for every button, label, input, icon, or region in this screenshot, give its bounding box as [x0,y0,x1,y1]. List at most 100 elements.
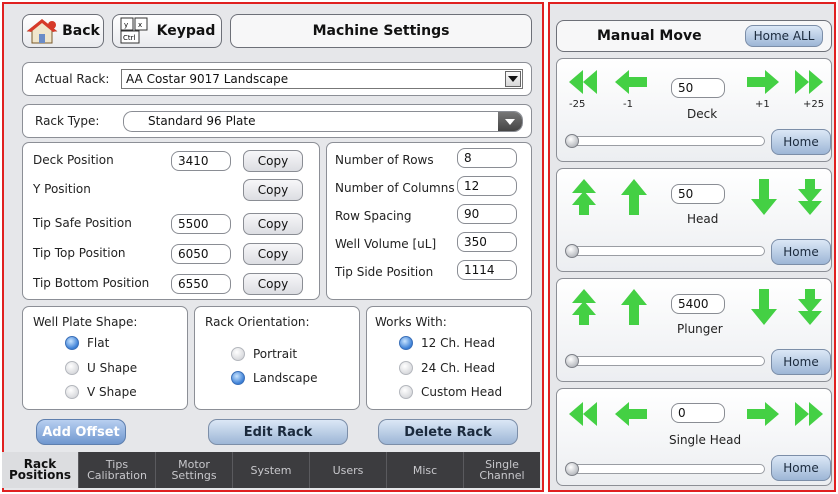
single-head-home-button[interactable]: Home [771,455,831,481]
double-right-arrow-icon[interactable] [791,69,823,95]
tip-top-position-field[interactable]: 6050 [171,244,231,264]
plate-label: Tip Side Position [335,265,434,279]
tab-system[interactable]: System [233,452,310,488]
row-spacing-field[interactable]: 90 [457,204,517,224]
radio-icon [65,385,79,399]
right-arrow-icon[interactable] [745,69,779,95]
keypad-label: Keypad [156,23,216,39]
copy-button[interactable]: Copy [243,213,303,235]
keypad-button[interactable]: y x Ctrl Keypad [112,14,222,48]
copy-button[interactable]: Copy [243,179,303,201]
well-volume-field[interactable]: 350 [457,232,517,252]
deck-slider-handle[interactable] [565,134,579,148]
copy-button[interactable]: Copy [243,273,303,295]
rack-type-label: Rack Type: [35,114,100,128]
single-head-position-input[interactable]: 0 [671,403,725,423]
radio-label: 24 Ch. Head [421,361,496,375]
actual-rack-select[interactable]: AA Costar 9017 Landscape [121,69,523,89]
back-button[interactable]: Back [22,14,104,48]
copy-button[interactable]: Copy [243,150,303,172]
rack-orientation-group: Rack Orientation: Portrait Landscape [194,306,360,410]
left-arrow-icon[interactable] [615,69,649,95]
plunger-slider-handle[interactable] [565,354,579,368]
group-title: Rack Orientation: [205,315,310,329]
up-arrow-icon[interactable] [621,179,647,215]
axis-name: Single Head [669,433,742,447]
chevron-down-icon[interactable] [498,112,522,131]
add-offset-button[interactable]: Add Offset [36,419,126,445]
plunger-position-input[interactable]: 5400 [671,294,725,314]
tab-single-channel[interactable]: Single Channel [464,452,540,488]
svg-text:Ctrl: Ctrl [123,34,136,42]
radio-label: Custom Head [421,385,503,399]
radio-label: Flat [87,336,110,350]
up-arrow-icon[interactable] [621,289,647,325]
head-move-group: 50 Head Home [556,168,832,272]
double-right-arrow-icon[interactable] [791,401,823,427]
double-up-arrow-icon[interactable] [571,289,597,325]
rack-type-row: Rack Type: Standard 96 Plate [22,104,532,138]
double-left-arrow-icon[interactable] [569,69,601,95]
rack-type-select[interactable]: Standard 96 Plate [123,111,523,132]
radio-selected-icon [399,336,413,350]
chevron-down-icon[interactable] [505,71,521,87]
edit-rack-button[interactable]: Edit Rack [208,419,348,445]
deck-position-field[interactable]: 3410 [171,151,231,171]
positions-group: Deck Position 3410 Copy Y Position Copy … [22,142,320,300]
plunger-home-button[interactable]: Home [771,349,831,375]
single-head-slider[interactable] [569,464,765,474]
tab-rack-positions[interactable]: Rack Positions [2,452,79,488]
plunger-move-group: 5400 Plunger Home [556,278,832,382]
shape-v-radio[interactable]: V Shape [65,385,137,399]
down-arrow-icon[interactable] [751,179,777,215]
tab-tips-calibration[interactable]: Tips Calibration [79,452,156,488]
double-up-arrow-icon[interactable] [571,179,597,215]
tab-users[interactable]: Users [310,452,387,488]
orientation-portrait-radio[interactable]: Portrait [231,347,297,361]
double-left-arrow-icon[interactable] [569,401,601,427]
tip-safe-position-field[interactable]: 5500 [171,214,231,234]
right-arrow-icon[interactable] [745,401,779,427]
left-arrow-icon[interactable] [615,401,649,427]
home-all-button[interactable]: Home ALL [745,25,823,47]
rows-field[interactable]: 8 [457,148,517,168]
works-12ch-radio[interactable]: 12 Ch. Head [399,336,495,350]
orientation-landscape-radio[interactable]: Landscape [231,371,317,385]
head-slider[interactable] [569,246,765,256]
tip-bottom-position-field[interactable]: 6550 [171,274,231,294]
position-label: Tip Safe Position [33,216,132,230]
double-down-arrow-icon[interactable] [797,289,823,325]
deck-move-group: 50 -25 -1 Deck +1 +25 Home [556,58,832,162]
bottom-tab-bar: Rack Positions Tips Calibration Motor Setti… [2,452,540,488]
step-label: -1 [623,99,633,110]
double-down-arrow-icon[interactable] [797,179,823,215]
radio-label: 12 Ch. Head [421,336,496,350]
works-custom-radio[interactable]: Custom Head [399,385,502,399]
step-label: -25 [569,99,586,110]
deck-slider[interactable] [569,136,765,146]
tab-motor-settings[interactable]: Motor Settings [156,452,233,488]
manual-move-title: Manual Move [597,28,702,44]
deck-position-input[interactable]: 50 [671,78,725,98]
plate-geometry-group: Number of Rows 8 Number of Columns 12 Ro… [326,142,532,300]
shape-u-radio[interactable]: U Shape [65,361,137,375]
tab-misc[interactable]: Misc [387,452,464,488]
works-with-group: Works With: 12 Ch. Head 24 Ch. Head Cust… [366,306,532,410]
columns-field[interactable]: 12 [457,176,517,196]
radio-label: Landscape [253,371,318,385]
radio-selected-icon [231,371,245,385]
copy-button[interactable]: Copy [243,243,303,265]
head-position-input[interactable]: 50 [671,184,725,204]
radio-label: Portrait [253,347,298,361]
plunger-slider[interactable] [569,356,765,366]
shape-flat-radio[interactable]: Flat [65,336,109,350]
delete-rack-button[interactable]: Delete Rack [378,419,518,445]
works-24ch-radio[interactable]: 24 Ch. Head [399,361,495,375]
head-home-button[interactable]: Home [771,239,831,265]
plate-label: Number of Rows [335,153,434,167]
single-head-slider-handle[interactable] [565,462,579,476]
deck-home-button[interactable]: Home [771,129,831,155]
head-slider-handle[interactable] [565,244,579,258]
down-arrow-icon[interactable] [751,289,777,325]
tip-side-position-field[interactable]: 1114 [457,260,517,280]
